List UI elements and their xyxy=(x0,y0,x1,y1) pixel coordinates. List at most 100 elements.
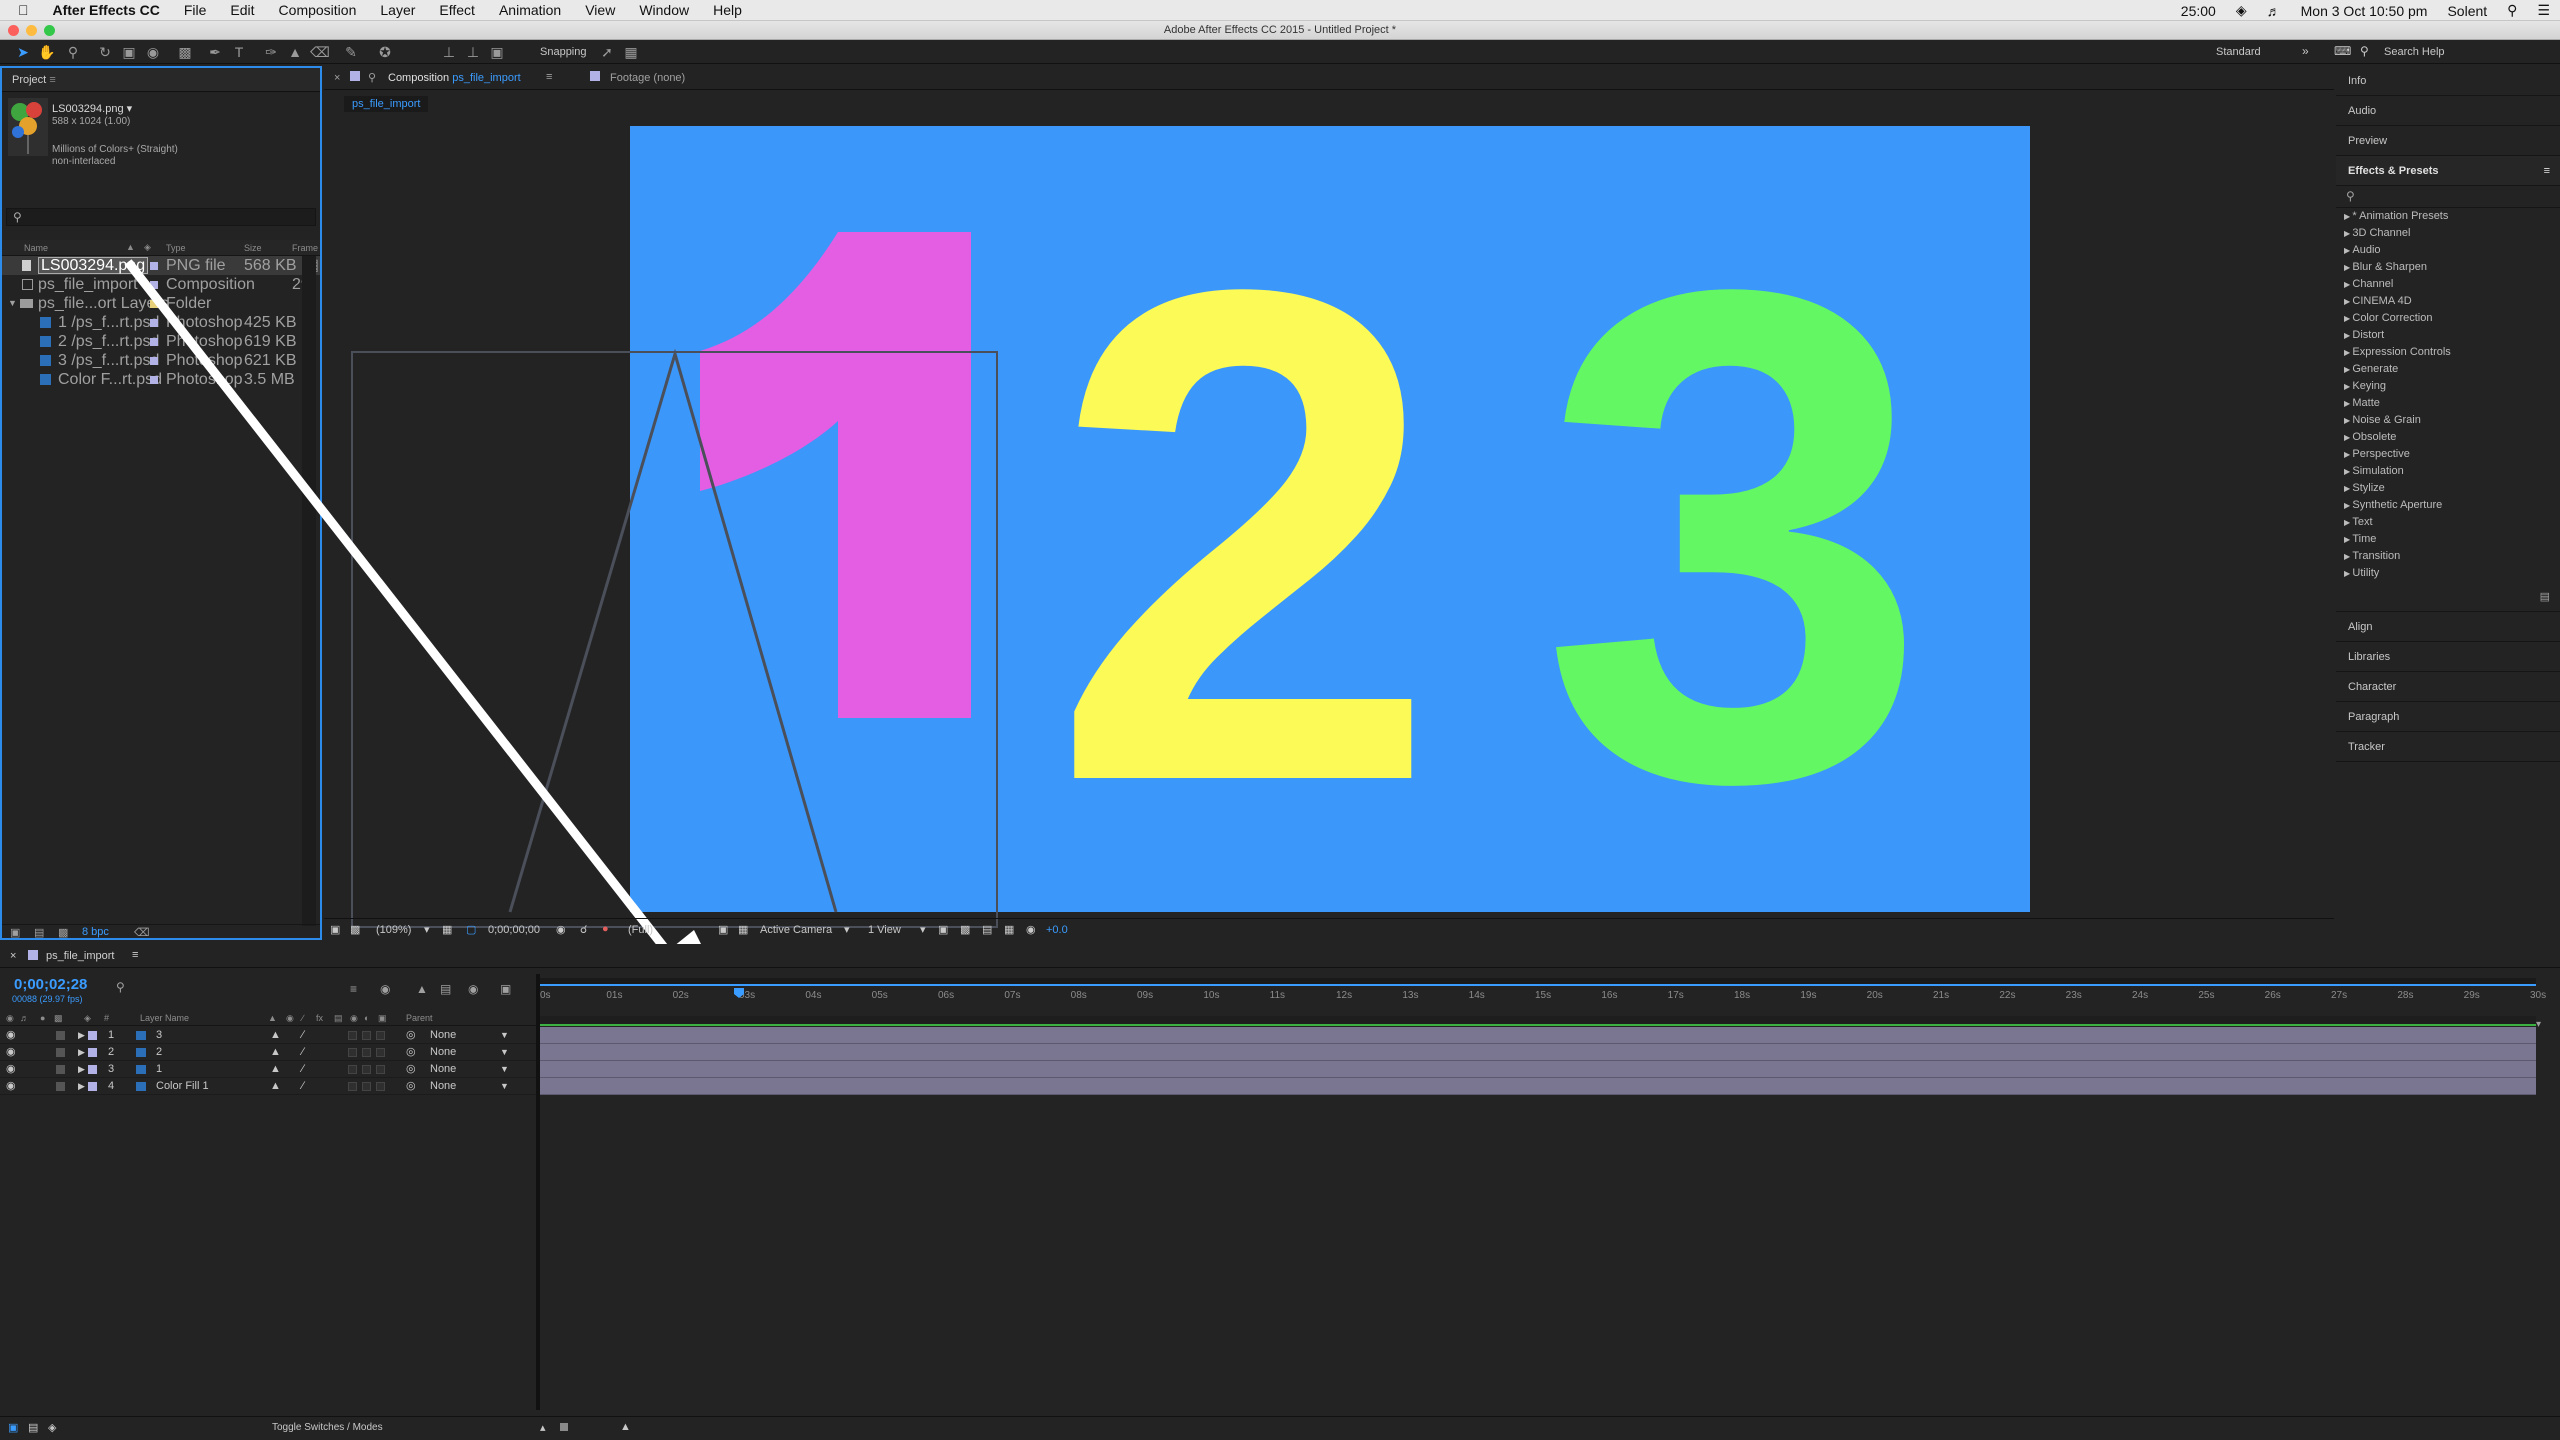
parent-pickwhip-icon[interactable]: ◎ xyxy=(406,1078,416,1095)
zoom-in-icon[interactable]: ▲ xyxy=(620,1421,631,1433)
timeline-divider[interactable] xyxy=(536,974,540,1410)
fast-previews-icon[interactable]: ▩ xyxy=(960,923,970,936)
expand-layer-icon[interactable]: ▶ xyxy=(78,1044,85,1061)
layer-name[interactable]: 2 xyxy=(156,1044,162,1061)
parent-dropdown[interactable]: None xyxy=(430,1078,456,1095)
motion-blur-switch-icon[interactable]: ◉ xyxy=(350,1013,358,1024)
effect-category[interactable]: ▶ Synthetic Aperture xyxy=(2336,497,2560,514)
panel-audio[interactable]: Audio xyxy=(2336,96,2560,126)
panel-info[interactable]: Info xyxy=(2336,66,2560,96)
current-time[interactable]: 0;00;02;28 xyxy=(14,976,87,993)
layer-duration-bar[interactable] xyxy=(540,1061,2536,1078)
switch-box[interactable] xyxy=(376,1065,385,1074)
layer-name[interactable]: 3 xyxy=(156,1027,162,1044)
hide-shy-icon[interactable]: ▲ xyxy=(416,982,428,996)
toggle-pixel-aspect-icon[interactable]: ▣ xyxy=(938,923,948,936)
effect-category[interactable]: ▶ Time xyxy=(2336,531,2560,548)
panel-menu-icon[interactable]: ≡ xyxy=(2544,156,2550,186)
panel-character[interactable]: Character xyxy=(2336,672,2560,702)
parent-pickwhip-icon[interactable]: ◎ xyxy=(406,1044,416,1061)
layer-duration-bar[interactable] xyxy=(540,1044,2536,1061)
chevron-down-icon[interactable]: ▼ xyxy=(500,1078,509,1095)
col-layer-name[interactable]: Layer Name xyxy=(140,1013,189,1023)
effect-category[interactable]: ▶ * Animation Presets xyxy=(2336,208,2560,225)
work-area-bar[interactable] xyxy=(540,978,2536,986)
switch-box[interactable] xyxy=(376,1048,385,1057)
layer-name[interactable]: Color Fill 1 xyxy=(156,1078,209,1095)
effects-switch-icon[interactable]: fx xyxy=(316,1013,323,1023)
zoom-dropdown[interactable]: (109%) xyxy=(376,924,411,936)
switch-box[interactable] xyxy=(348,1031,357,1040)
search-icon[interactable]: ⚲ xyxy=(116,980,125,994)
effect-category[interactable]: ▶ Matte xyxy=(2336,395,2560,412)
shy-switch-icon[interactable]: ▲ xyxy=(270,1061,281,1078)
chevron-down-icon[interactable]: ▾ xyxy=(844,923,850,936)
timeline-icon[interactable]: ▤ xyxy=(982,923,992,936)
switch-box[interactable] xyxy=(376,1082,385,1091)
layer-duration-bar[interactable] xyxy=(540,1027,2536,1044)
snapshot-icon[interactable]: ◉ xyxy=(556,923,566,936)
draft-3d-icon[interactable]: ◉ xyxy=(380,982,390,996)
comp-mini-flowchart-icon[interactable]: ≡ xyxy=(350,982,357,996)
label-column-icon[interactable]: ◈ xyxy=(84,1013,91,1024)
layer-row[interactable]: ◉ ▶ 2 2 ▲ ∕ ◎ None ▼ xyxy=(0,1044,536,1061)
exposure-value[interactable]: +0.0 xyxy=(1046,924,1068,936)
layer-row[interactable]: ◉ ▶ 1 3 ▲ ∕ ◎ None ▼ xyxy=(0,1027,536,1044)
3d-switch-icon[interactable]: ▣ xyxy=(378,1013,387,1024)
layer-name[interactable]: 1 xyxy=(156,1061,162,1078)
effect-category[interactable]: ▶ Transition xyxy=(2336,548,2560,565)
audio-icon[interactable]: ♬ xyxy=(20,1013,29,1023)
effect-category[interactable]: ▶ Channel xyxy=(2336,276,2560,293)
zoom-out-icon[interactable]: ▴ xyxy=(540,1421,546,1434)
switch-box[interactable] xyxy=(348,1082,357,1091)
panel-preview[interactable]: Preview xyxy=(2336,126,2560,156)
panel-paragraph[interactable]: Paragraph xyxy=(2336,702,2560,732)
switch-box[interactable] xyxy=(362,1048,371,1057)
panel-tracker[interactable]: Tracker xyxy=(2336,732,2560,762)
effect-category[interactable]: ▶ Perspective xyxy=(2336,446,2560,463)
adjustment-switch-icon[interactable]: ◐ xyxy=(364,1013,369,1023)
parent-dropdown[interactable]: None xyxy=(430,1044,456,1061)
eye-icon[interactable]: ◉ xyxy=(6,1061,16,1078)
effect-category[interactable]: ▶ Utility xyxy=(2336,565,2560,582)
switch-box[interactable] xyxy=(362,1031,371,1040)
close-tab-icon[interactable]: × xyxy=(10,950,16,962)
chevron-down-icon[interactable]: ▼ xyxy=(500,1061,509,1078)
effect-category[interactable]: ▶ Expression Controls xyxy=(2336,344,2560,361)
label-swatch[interactable] xyxy=(88,1082,97,1091)
color-channels-icon[interactable]: ● xyxy=(602,923,609,935)
label-swatch[interactable] xyxy=(88,1048,97,1057)
expand-timing-icon[interactable]: ◈ xyxy=(48,1421,56,1434)
new-preset-icon[interactable]: ▤ xyxy=(2540,590,2550,603)
col-parent[interactable]: Parent xyxy=(406,1013,433,1023)
effect-category[interactable]: ▶ Distort xyxy=(2336,327,2560,344)
flowchart-icon[interactable]: ▦ xyxy=(1004,923,1014,936)
show-snapshot-icon[interactable]: ☌ xyxy=(580,923,587,936)
shy-switch-icon[interactable]: ▲ xyxy=(270,1027,281,1044)
time-ruler[interactable]: 0s 01s 02s 03s 04s 05s 06s 07s 08s 09s 10s 11s 12s 13… xyxy=(540,990,2546,1006)
motion-blur-icon[interactable]: ◉ xyxy=(468,982,478,996)
timeline-tab[interactable]: ps_file_import xyxy=(46,950,114,962)
view-layout-dropdown[interactable]: 1 View xyxy=(868,924,901,936)
chevron-down-icon[interactable]: ▾ xyxy=(424,923,430,936)
always-preview-icon[interactable]: ▣ xyxy=(330,923,340,936)
expand-layer-icon[interactable]: ▶ xyxy=(78,1078,85,1095)
parent-dropdown[interactable]: None xyxy=(430,1061,456,1078)
lock-icon[interactable]: ▩ xyxy=(54,1013,63,1024)
effect-category[interactable]: ▶ Generate xyxy=(2336,361,2560,378)
reset-exposure-icon[interactable]: ◉ xyxy=(1026,923,1036,936)
comp-marker-bin-icon[interactable]: ▾ xyxy=(2536,1019,2541,1030)
effect-category[interactable]: ▶ Text xyxy=(2336,514,2560,531)
effect-category[interactable]: ▶ Keying xyxy=(2336,378,2560,395)
effect-category[interactable]: ▶ Audio xyxy=(2336,242,2560,259)
layer-row[interactable]: ◉ ▶ 4 Color Fill 1 ▲ ∕ ◎ None ▼ xyxy=(0,1078,536,1095)
effect-category[interactable]: ▶ Obsolete xyxy=(2336,429,2560,446)
zoom-slider-thumb[interactable] xyxy=(560,1423,568,1431)
resolution-dropdown[interactable]: (Full) xyxy=(628,924,653,936)
expand-layer-icon[interactable]: ▶ xyxy=(78,1061,85,1078)
panel-align[interactable]: Align xyxy=(2336,612,2560,642)
eye-icon[interactable]: ◉ xyxy=(6,1027,16,1044)
effect-category[interactable]: ▶ Blur & Sharpen xyxy=(2336,259,2560,276)
title-action-safe-icon[interactable]: ▦ xyxy=(442,923,452,936)
quality-switch-icon[interactable]: ∕ xyxy=(302,1013,304,1023)
